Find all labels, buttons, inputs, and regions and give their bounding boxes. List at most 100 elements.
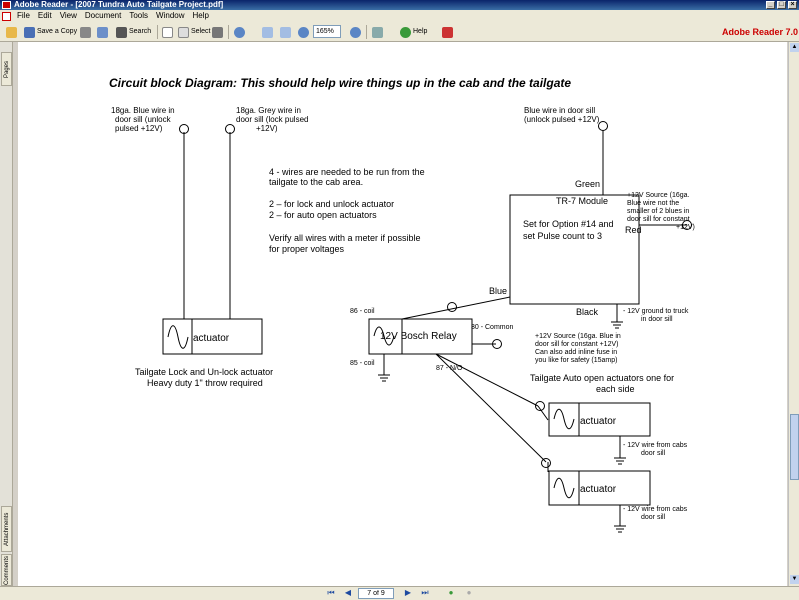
open-button[interactable] [6,25,17,39]
cursor-icon [178,26,189,38]
lock-actuator-label: actuator [193,333,230,344]
note-line: Verify all wires with a meter if possibl… [269,233,421,243]
hand-tool-button[interactable] [162,25,173,39]
hand-icon [162,26,173,38]
menu-window[interactable]: Window [152,10,188,22]
ground-truck-label: - 12V ground to truck [623,308,689,315]
help-button[interactable]: Help [400,25,427,39]
minus-icon [298,26,309,38]
next-page-icon[interactable]: ▶ [403,588,413,598]
go-forward-icon[interactable]: ● [464,588,474,598]
snapshot-button[interactable] [212,25,223,39]
cab-wire-label: - 12V wire from cabs [623,442,688,449]
zoom-tool-button[interactable] [234,25,245,39]
red-label: Red [625,225,642,235]
zoom-out-button[interactable] [298,25,309,39]
tools-button[interactable] [442,25,453,39]
green-label: Green [575,179,600,189]
close-button[interactable]: × [788,1,797,9]
tab-attachments[interactable]: Attachments [1,506,12,552]
actual-size-button[interactable] [262,25,273,39]
blue-label: Blue [489,286,507,296]
grey-wire-label: door sill (lock pulsed [236,115,308,124]
note-line: 2 – for auto open actuators [269,210,377,220]
select-tool-button[interactable]: Select [178,25,210,39]
black-label: Black [576,307,599,317]
help-icon [400,26,411,38]
toolbar-separator [228,25,229,39]
blue-wire-label: pulsed +12V) [115,124,163,133]
menu-help[interactable]: Help [189,10,213,22]
source-top-label: +12V Source (16ga. [627,192,690,199]
lock-caption: Tailgate Lock and Un-lock actuator [135,367,273,377]
circuit-diagram: Circuit block Diagram: This should help … [109,76,695,533]
note-line: 2 – for lock and unlock actuator [269,199,394,209]
go-back-icon[interactable]: ● [446,588,456,598]
auto-caption: each side [596,384,635,394]
print-button[interactable] [80,25,91,39]
folder-icon [6,26,17,38]
diagram-title: Circuit block Diagram: This should help … [109,76,571,90]
ground-truck-label: in door sill [641,316,673,323]
select-label: Select [191,28,211,35]
grey-wire-label: 18ga. Grey wire in [236,106,301,115]
cab-wire-label: door sill [641,514,666,521]
mail-icon [97,26,108,38]
no87-label: 87 - N/O [436,365,463,372]
coil86-label: 86 - coil [350,308,375,315]
page-number-field[interactable] [358,588,394,599]
last-page-icon[interactable]: ⏭ [420,588,430,598]
note-line: 4 - wires are needed to be run from the [269,167,425,177]
binoculars-icon [116,26,127,38]
save-copy-button[interactable]: Save a Copy [24,25,77,39]
prev-page-icon[interactable]: ◀ [343,588,353,598]
printer-icon [80,26,91,38]
menu-document[interactable]: Document [81,10,125,22]
vertical-scrollbar[interactable]: ▲ ▼ [788,42,799,586]
email-button[interactable] [97,25,108,39]
maximize-button[interactable]: □ [777,1,786,9]
search-button[interactable]: Search [116,25,151,39]
tools-icon [442,26,453,38]
tab-comments[interactable]: Comments [1,554,12,586]
scroll-up-arrow[interactable]: ▲ [790,43,799,52]
module-title: TR-7 Module [556,196,608,206]
first-page-icon[interactable]: ⏮ [326,588,336,598]
toolbar: Save a Copy Search Select Help [0,22,799,42]
status-bar [0,586,799,600]
module-pulse: set Pulse count to 3 [523,231,602,241]
rotate-button[interactable] [372,25,383,39]
menu-edit[interactable]: Edit [34,10,56,22]
scroll-thumb[interactable] [790,414,799,480]
scroll-down-arrow[interactable]: ▼ [790,575,799,584]
source-mid-label: Can also add inline fuse in [535,349,617,356]
grey-wire-label: +12V) [256,124,278,133]
magnifier-icon [234,26,245,38]
zoom-field[interactable] [313,25,341,38]
help-label: Help [413,28,428,35]
document-icon[interactable] [2,11,11,21]
menu-view[interactable]: View [56,10,81,22]
module-option: Set for Option #14 and [523,219,614,229]
search-label: Search [129,28,152,35]
blue-wire-label: 18ga. Blue wire in [111,106,175,115]
auto-caption: Tailgate Auto open actuators one for [530,373,674,383]
source-mid-label: door sill for constant +12V) [535,341,618,348]
relay-label: 12V Bosch Relay [380,331,457,342]
source-top-label: door sill for constant [627,216,690,223]
menu-file[interactable]: File [13,10,34,22]
fit-page-button[interactable] [280,25,291,39]
fit-icon [280,26,291,38]
menu-bar: File Edit View Document Tools Window Hel… [0,10,799,22]
note-line: tailgate to the cab area. [269,177,363,187]
source-mid-label: +12V Source (16ga. Blue in [535,333,621,340]
zoom-in-button[interactable] [350,25,361,39]
common30-label: 30 - Common [471,324,514,331]
navigation-panel: Pages Attachments Comments [0,42,13,586]
menu-tools[interactable]: Tools [125,10,152,22]
minimize-button[interactable]: _ [766,1,775,9]
door-sill-blue-label: (unlock pulsed +12V) [524,115,600,124]
auto-actuator-label: actuator [580,416,617,427]
adobe-reader-logo: Adobe Reader 7.0 [722,27,799,37]
tab-pages[interactable]: Pages [1,52,12,86]
